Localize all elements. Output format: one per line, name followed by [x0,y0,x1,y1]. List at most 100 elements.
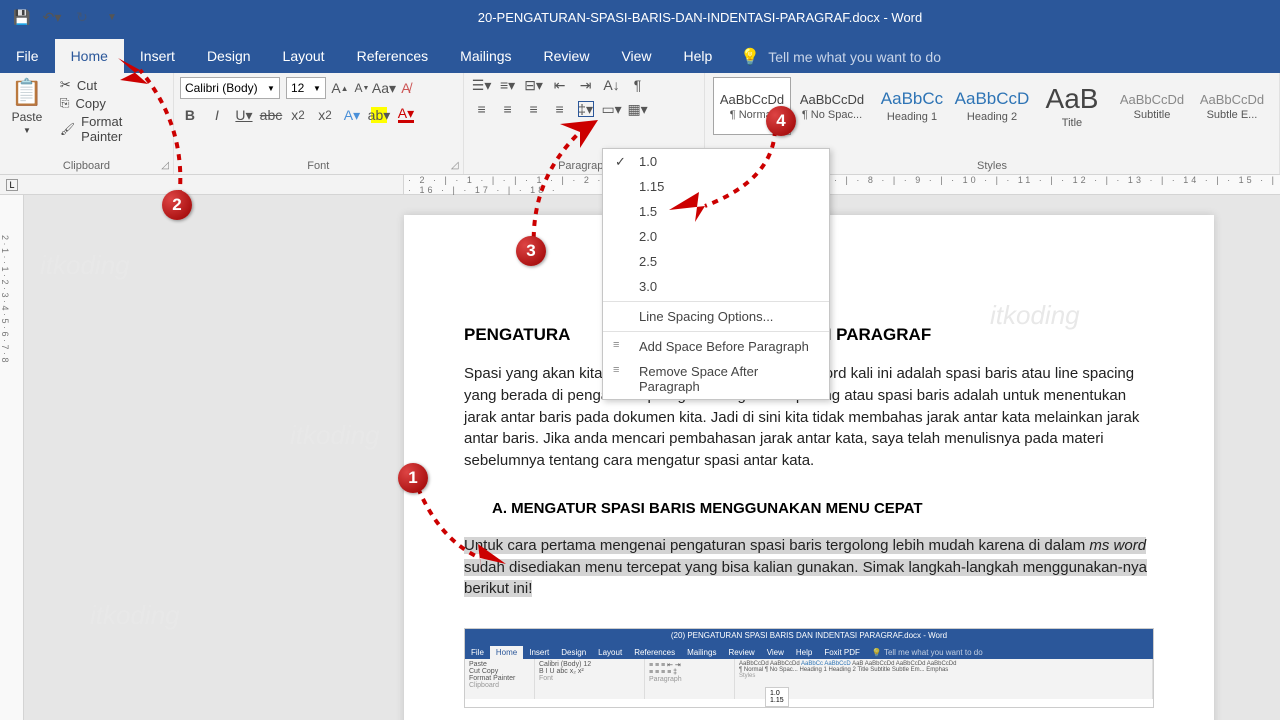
customize-qat-icon[interactable]: ▼ [104,10,120,26]
align-right-icon[interactable]: ≡ [526,101,542,117]
style-title[interactable]: AaBTitle [1033,77,1111,135]
watermark: itkoding [990,300,1080,331]
bullets-icon[interactable]: ☰▾ [474,77,490,93]
increase-indent-icon[interactable]: ⇥ [578,77,594,93]
clipboard-label: Clipboard [0,160,173,172]
grow-font-icon[interactable]: A▲ [332,80,348,96]
superscript-icon[interactable]: x2 [317,107,333,123]
align-center-icon[interactable]: ≡ [500,101,516,117]
style-subtitle[interactable]: AaBbCcDdSubtitle [1113,77,1191,135]
remove-space-after[interactable]: ≡Remove Space After Paragraph [603,359,829,399]
spacing-option-1.5[interactable]: 1.5 [603,199,829,224]
font-color-icon[interactable]: A▾ [398,107,414,123]
text-effects-icon[interactable]: A▾ [344,107,360,123]
font-name-select[interactable]: Calibri (Body)▼ [180,77,280,99]
copy-button[interactable]: ⎘ Copy [60,96,167,111]
sort-icon[interactable]: A↓ [604,77,620,93]
brush-icon: 🖌 [60,122,75,136]
annotation-badge-4: 4 [766,106,796,136]
font-size-select[interactable]: 12▼ [286,77,326,99]
doc-subheading-a[interactable]: A. MENGATUR SPASI BARIS MENGGUNAKAN MENU… [464,500,1154,517]
change-case-icon[interactable]: Aa▾ [376,80,392,96]
menu-bar: File Home Insert Design Layout Reference… [0,35,1280,73]
style-subtle-e---[interactable]: AaBbCcDdSubtle E... [1193,77,1271,135]
style-heading-1[interactable]: AaBbCcHeading 1 [873,77,951,135]
strike-icon[interactable]: abc [263,107,279,123]
paste-button[interactable]: 📋 Paste ▼ [6,77,48,144]
italic-icon[interactable]: I [209,107,225,123]
borders-icon[interactable]: ▦▾ [630,101,646,117]
line-spacing-options[interactable]: Line Spacing Options... [603,304,829,329]
show-marks-icon[interactable]: ¶ [630,77,646,93]
mini-tab: Help [790,646,818,659]
clipboard-launcher-icon[interactable]: ◿ [161,160,169,171]
mini-tab: Foxit PDF [818,646,866,659]
tab-file[interactable]: File [0,39,55,73]
document-title: 20-PENGATURAN-SPASI-BARIS-DAN-INDENTASI-… [120,10,1280,25]
watermark: itkoding [290,420,380,451]
mini-tab: Insert [523,646,555,659]
subscript-icon[interactable]: x2 [290,107,306,123]
bold-icon[interactable]: B [182,107,198,123]
mini-tab: References [628,646,681,659]
font-label: Font [174,160,463,172]
cut-button[interactable]: ✂ Cut [60,77,167,93]
annotation-badge-1: 1 [398,463,428,493]
tell-me[interactable]: 💡 Tell me what you want to do [728,47,953,67]
cut-label: Cut [77,78,97,93]
vertical-ruler[interactable]: 2 · 1 · · 1 · 2 · 3 · 4 · 5 · 6 · 7 · 8 [0,195,24,720]
add-space-before[interactable]: ≡Add Space Before Paragraph [603,334,829,359]
mini-tab: Review [722,646,760,659]
format-painter-label: Format Painter [81,114,167,144]
embedded-screenshot: (20) PENGATURAN SPASI BARIS DAN INDENTAS… [464,628,1154,708]
justify-icon[interactable]: ≡ [552,101,568,117]
save-icon[interactable]: 💾 [14,10,30,26]
tab-mailings[interactable]: Mailings [444,39,527,73]
font-launcher-icon[interactable]: ◿ [451,160,459,171]
tab-design[interactable]: Design [191,39,267,73]
mini-tab: Design [555,646,592,659]
tab-selector-icon[interactable]: L [6,179,18,191]
title-bar: 💾 ↶▾ ↻ ▼ 20-PENGATURAN-SPASI-BARIS-DAN-I… [0,0,1280,35]
multilevel-icon[interactable]: ⊟▾ [526,77,542,93]
redo-icon[interactable]: ↻ [74,10,90,26]
highlight-icon[interactable]: ab▾ [371,107,387,123]
spacing-option-1.15[interactable]: 1.15 [603,174,829,199]
paste-label: Paste [12,110,43,124]
style---no-spac---[interactable]: AaBbCcDd¶ No Spac... [793,77,871,135]
chevron-down-icon: ▼ [23,126,31,135]
shading-icon[interactable]: ▭▾ [604,101,620,117]
spacing-option-2.5[interactable]: 2.5 [603,249,829,274]
tab-help[interactable]: Help [668,39,729,73]
spacing-option-1.0[interactable]: 1.0 [603,149,829,174]
style-heading-2[interactable]: AaBbCcDHeading 2 [953,77,1031,135]
tab-references[interactable]: References [341,39,445,73]
doc-paragraph-2[interactable]: Untuk cara pertama mengenai pengaturan s… [464,535,1154,600]
spacing-option-2.0[interactable]: 2.0 [603,224,829,249]
numbering-icon[interactable]: ≡▾ [500,77,516,93]
chevron-down-icon: ▼ [267,84,275,93]
copy-icon: ⎘ [60,96,70,111]
ruler-marks[interactable]: · 2 · | · 1 · | · | · 1 · | · 2 · | · 3 … [404,175,1280,194]
spacing-option-3.0[interactable]: 3.0 [603,274,829,299]
shrink-font-icon[interactable]: A▼ [354,80,370,96]
watermark: itkoding [90,600,180,631]
tab-view[interactable]: View [605,39,667,73]
clear-format-icon[interactable]: A̸ [398,80,414,96]
tab-home[interactable]: Home [55,39,124,73]
decrease-indent-icon[interactable]: ⇤ [552,77,568,93]
copy-label: Copy [76,96,106,111]
line-spacing-icon[interactable]: ‡▾ [578,101,594,117]
tab-layout[interactable]: Layout [267,39,341,73]
tab-review[interactable]: Review [528,39,606,73]
mini-tab: Mailings [681,646,722,659]
font-group: Calibri (Body)▼ 12▼ A▲ A▼ Aa▾ A̸ B I U▾ … [174,73,464,174]
underline-icon[interactable]: U▾ [236,107,252,123]
format-painter-button[interactable]: 🖌 Format Painter [60,114,167,144]
chevron-down-icon: ▼ [313,84,321,93]
scissors-icon: ✂ [60,77,71,93]
align-left-icon[interactable]: ≡ [474,101,490,117]
undo-icon[interactable]: ↶▾ [44,10,60,26]
annotation-badge-2: 2 [162,190,192,220]
tab-insert[interactable]: Insert [124,39,191,73]
